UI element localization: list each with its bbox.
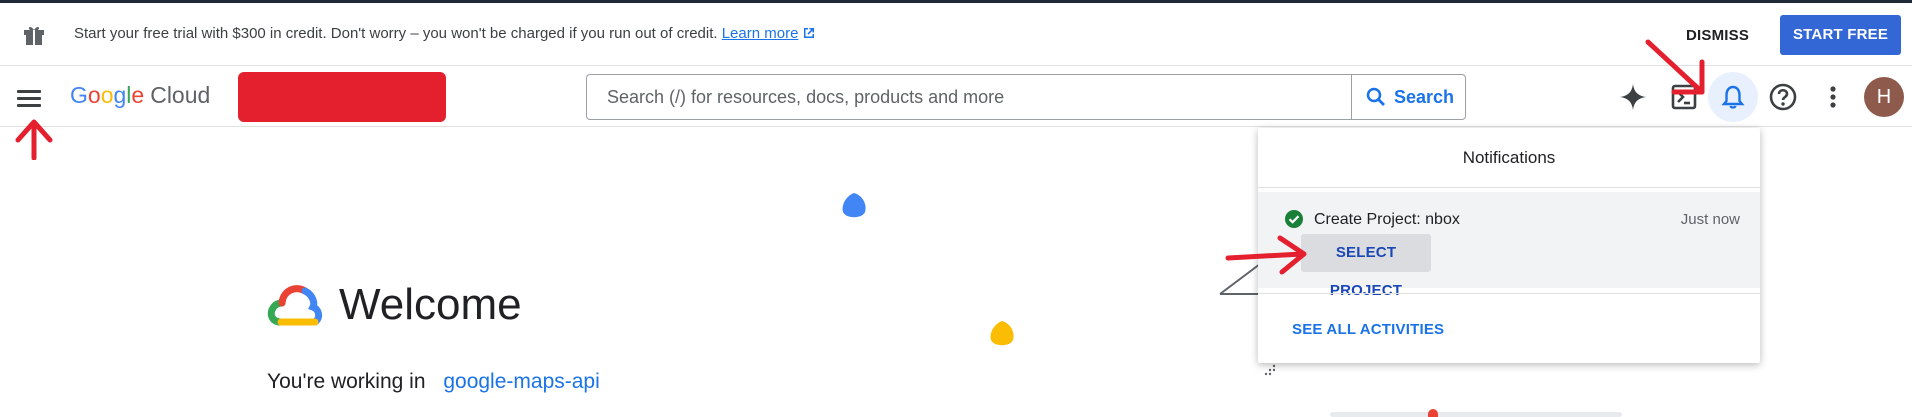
decorative-bar <box>1330 412 1622 417</box>
help-icon[interactable] <box>1764 78 1802 116</box>
redacted-project-picker[interactable] <box>238 72 446 122</box>
account-avatar[interactable]: H <box>1864 77 1904 117</box>
google-cloud-icon <box>267 285 323 326</box>
logo-cloud-text: Cloud <box>150 82 211 108</box>
project-link[interactable]: google-maps-api <box>443 370 599 393</box>
banner-message: Start your free trial with $300 in credi… <box>74 25 816 42</box>
decorative-gray-shape <box>1219 263 1261 295</box>
notifications-bell-icon[interactable] <box>1708 72 1758 122</box>
decorative-yellow-blob <box>990 321 1014 346</box>
start-free-button[interactable]: START FREE <box>1780 15 1901 55</box>
notifications-panel: Notifications Create Project: nbox Just … <box>1258 128 1760 363</box>
external-link-icon <box>804 28 815 38</box>
learn-more-link[interactable]: Learn more <box>722 25 817 42</box>
notification-item[interactable]: Create Project: nbox Just now SELECT PRO… <box>1258 192 1760 299</box>
notifications-title: Notifications <box>1258 128 1760 188</box>
working-in-text: You're working in google-maps-api <box>267 370 600 394</box>
see-all-activities-link[interactable]: SEE ALL ACTIVITIES <box>1292 321 1444 338</box>
search-input[interactable] <box>607 87 1307 108</box>
dismiss-button[interactable]: DISMISS <box>1674 18 1761 54</box>
decorative-red-dot <box>1428 409 1438 417</box>
free-trial-banner: Start your free trial with $300 in credi… <box>0 3 1912 66</box>
panel-divider <box>1258 293 1760 294</box>
search-icon <box>1366 87 1385 106</box>
google-cloud-logo[interactable]: Google Cloud <box>70 82 210 109</box>
decorative-blue-blob <box>842 193 866 218</box>
banner-message-text: Start your free trial with $300 in credi… <box>74 25 718 42</box>
search-button[interactable]: Search <box>1351 75 1466 119</box>
logo-google-text: Google <box>70 82 145 108</box>
gift-icon <box>24 26 44 45</box>
welcome-heading: Welcome <box>267 280 522 330</box>
gemini-sparkle-icon[interactable] <box>1614 78 1652 116</box>
success-check-icon <box>1285 210 1303 228</box>
working-in-label: You're working in <box>267 370 426 393</box>
notification-time: Just now <box>1680 211 1740 228</box>
more-vert-icon[interactable] <box>1814 78 1852 116</box>
welcome-title: Welcome <box>339 280 522 329</box>
search-button-label: Search <box>1394 86 1455 107</box>
top-app-bar: GoogleCloud Search H <box>0 67 1912 127</box>
notification-text: Create Project: nbox <box>1314 211 1460 228</box>
search-bar: Search <box>586 74 1466 120</box>
menu-icon[interactable] <box>14 83 44 113</box>
cloud-shell-icon[interactable] <box>1665 78 1703 116</box>
select-project-button[interactable]: SELECT PROJECT <box>1301 234 1431 299</box>
